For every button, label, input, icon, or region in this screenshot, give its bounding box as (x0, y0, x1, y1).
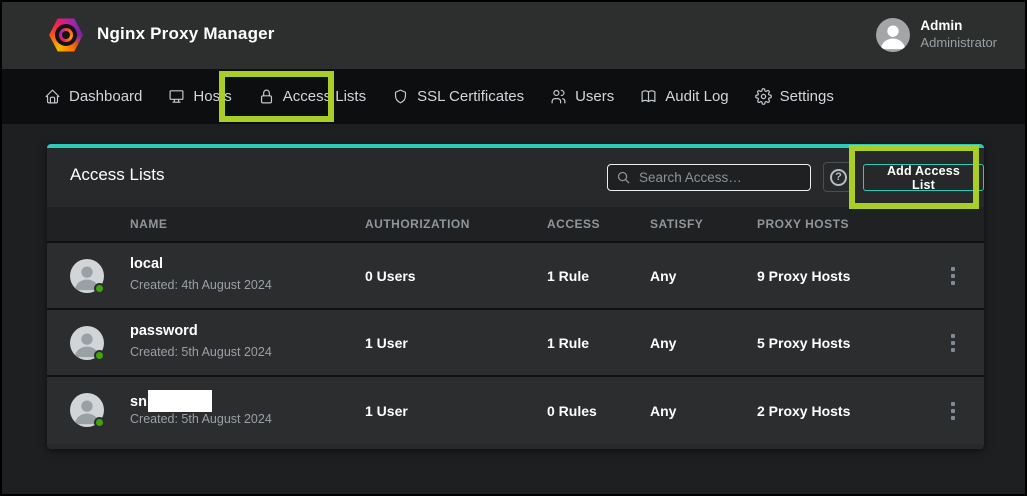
user-role: Administrator (920, 35, 997, 51)
main-navbar: Dashboard Hosts Access Lists SSL Certifi… (2, 69, 1025, 124)
cell-access: 0 Rules (547, 403, 597, 419)
app-window: Nginx Proxy Manager Admin Administrator … (0, 0, 1027, 496)
cell-access: 1 Rule (547, 268, 589, 284)
nav-item-ssl-certificates[interactable]: SSL Certificates (392, 88, 524, 105)
search-input[interactable] (639, 170, 816, 185)
add-access-list-button[interactable]: Add Access List (863, 164, 984, 191)
users-icon (550, 88, 567, 105)
access-list-name: sn (130, 390, 212, 412)
cell-proxy-hosts: 9 Proxy Hosts (757, 268, 850, 284)
column-header-access: ACCESS (547, 217, 600, 231)
redaction-box (148, 390, 212, 412)
user-menu[interactable]: Admin Administrator (876, 17, 997, 53)
cell-authorization: 1 User (365, 335, 408, 351)
table-row[interactable]: sn Created: 5th August 2024 1 User 0 Rul… (47, 377, 984, 444)
access-list-created-date: Created: 5th August 2024 (130, 345, 272, 359)
nav-label: SSL Certificates (417, 88, 524, 105)
nav-label: Users (575, 88, 614, 105)
book-icon (640, 88, 657, 105)
access-list-name: password (130, 323, 198, 339)
access-lists-panel: Access Lists ? Add Access List NAME AUTH… (47, 144, 984, 449)
search-icon (616, 170, 631, 185)
cell-authorization: 0 Users (365, 268, 416, 284)
app-title: Nginx Proxy Manager (97, 24, 275, 44)
nav-item-users[interactable]: Users (550, 88, 614, 105)
gear-icon (755, 88, 772, 105)
home-icon (44, 88, 61, 105)
nav-item-access-lists[interactable]: Access Lists (258, 88, 366, 105)
row-avatar (70, 393, 104, 427)
cell-satisfy: Any (650, 403, 676, 419)
user-avatar (876, 18, 910, 52)
column-header-proxy-hosts: PROXY HOSTS (757, 217, 849, 231)
top-header-bar: Nginx Proxy Manager Admin Administrator (2, 2, 1025, 69)
nav-label: Settings (780, 88, 834, 105)
online-status-dot (94, 350, 105, 361)
access-list-created-date: Created: 4th August 2024 (130, 278, 272, 292)
column-header-name: NAME (130, 217, 167, 231)
table-row[interactable]: local Created: 4th August 2024 0 Users 1… (47, 243, 984, 310)
row-actions-kebab-icon[interactable] (945, 261, 961, 291)
column-header-satisfy: SATISFY (650, 217, 703, 231)
cell-access: 1 Rule (547, 335, 589, 351)
access-list-created-date: Created: 5th August 2024 (130, 412, 272, 426)
help-icon: ? (830, 169, 847, 186)
nav-label: Hosts (193, 88, 231, 105)
access-list-name: local (130, 256, 163, 272)
row-avatar (70, 326, 104, 360)
cell-satisfy: Any (650, 335, 676, 351)
column-header-authorization: AUTHORIZATION (365, 217, 470, 231)
monitor-icon (168, 88, 185, 105)
row-actions-kebab-icon[interactable] (945, 328, 961, 358)
shield-icon (392, 88, 409, 105)
nav-item-settings[interactable]: Settings (755, 88, 834, 105)
nginx-proxy-manager-logo-icon (48, 17, 84, 53)
nav-item-audit-log[interactable]: Audit Log (640, 88, 728, 105)
online-status-dot (94, 283, 105, 294)
table-row[interactable]: password Created: 5th August 2024 1 User… (47, 310, 984, 377)
person-icon (876, 18, 910, 52)
nav-label: Dashboard (69, 88, 142, 105)
panel-title: Access Lists (70, 165, 164, 185)
user-name: Admin (920, 18, 997, 35)
panel-header: Access Lists ? Add Access List (47, 148, 984, 207)
cell-proxy-hosts: 2 Proxy Hosts (757, 403, 850, 419)
nav-item-hosts[interactable]: Hosts (168, 88, 231, 105)
help-button[interactable]: ? (823, 162, 854, 192)
row-actions-kebab-icon[interactable] (945, 396, 961, 426)
cell-satisfy: Any (650, 268, 676, 284)
online-status-dot (94, 417, 105, 428)
search-box[interactable] (607, 164, 811, 191)
table-header-row: NAME AUTHORIZATION ACCESS SATISFY PROXY … (47, 207, 984, 243)
cell-proxy-hosts: 5 Proxy Hosts (757, 335, 850, 351)
nav-label: Access Lists (283, 88, 366, 105)
row-avatar (70, 259, 104, 293)
lock-icon (258, 88, 275, 105)
nav-item-dashboard[interactable]: Dashboard (44, 88, 142, 105)
cell-authorization: 1 User (365, 403, 408, 419)
nav-label: Audit Log (665, 88, 728, 105)
